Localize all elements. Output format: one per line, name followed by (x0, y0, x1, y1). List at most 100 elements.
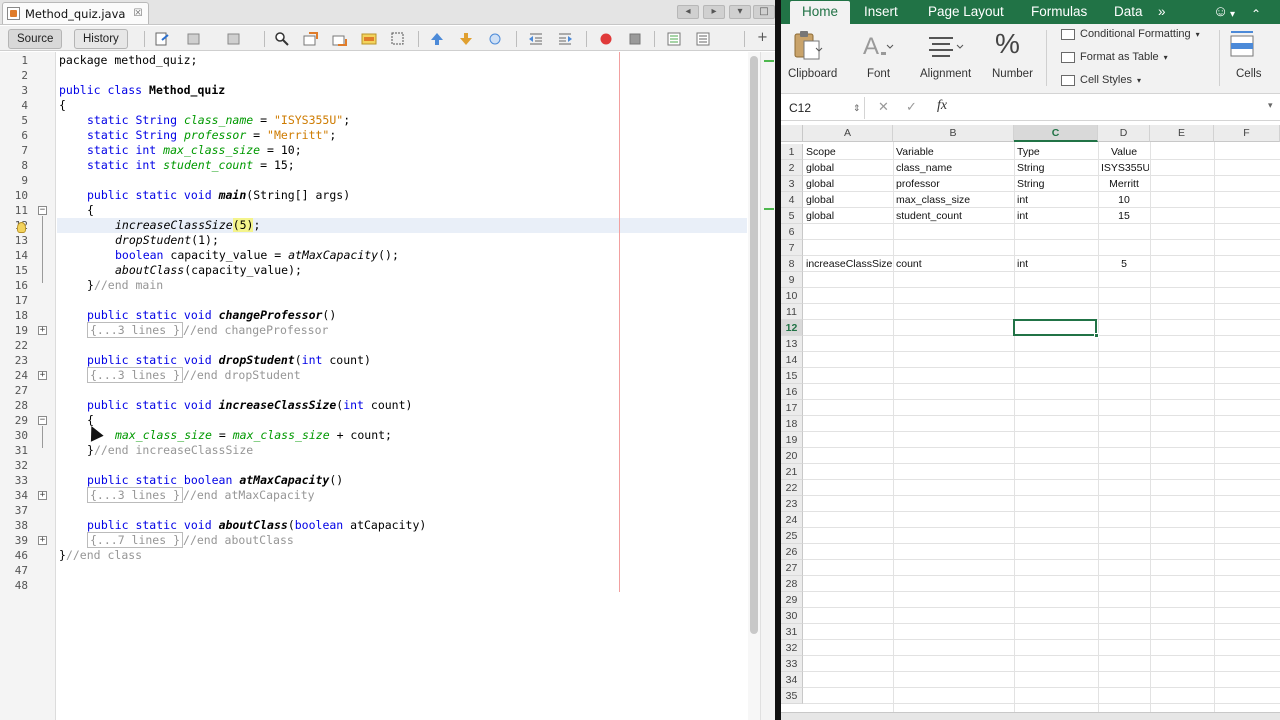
tab-data[interactable]: Data (1114, 3, 1143, 21)
folded-code[interactable]: {...7 lines } (87, 532, 184, 548)
toggle-highlight-icon[interactable] (361, 31, 377, 47)
column-header-e[interactable]: E (1150, 125, 1214, 142)
dropdown-icon[interactable]: ▾ (729, 5, 751, 19)
name-box[interactable]: C12 ⇕ (781, 97, 865, 119)
forward-icon[interactable] (226, 31, 242, 47)
row-header[interactable]: 14 (781, 352, 803, 368)
cell-a2[interactable]: global (804, 160, 892, 176)
last-edit-icon[interactable] (154, 31, 170, 47)
cell-b8[interactable]: count (894, 256, 1013, 272)
cell-a4[interactable]: global (804, 192, 892, 208)
row-header[interactable]: 25 (781, 528, 803, 544)
error-stripe[interactable] (760, 52, 775, 720)
cell-b5[interactable]: student_count (894, 208, 1013, 224)
folded-code[interactable]: {...3 lines } (87, 487, 184, 503)
editor-vertical-scrollbar[interactable] (748, 52, 760, 720)
fold-collapse-icon[interactable]: − (38, 416, 47, 425)
more-tabs-icon[interactable]: » (1158, 3, 1166, 21)
cell-b1[interactable]: Variable (894, 144, 1013, 160)
row-header[interactable]: 35 (781, 688, 803, 704)
alignment-icon[interactable] (927, 34, 967, 58)
cell-a3[interactable]: global (804, 176, 892, 192)
cell-d2[interactable]: ISYS355U (1099, 160, 1149, 176)
active-cell-c12[interactable] (1013, 319, 1097, 336)
format-as-table-button[interactable]: Format as Table ▾ (1061, 51, 1168, 63)
cell-c5[interactable]: int (1015, 208, 1097, 224)
row-header[interactable]: 3 (781, 176, 803, 192)
fold-collapse-icon[interactable]: − (38, 206, 47, 215)
file-tab[interactable]: Method_quiz.java ☒ (2, 2, 150, 24)
close-icon[interactable]: ☒ (133, 8, 142, 19)
cell-c3[interactable]: String (1015, 176, 1097, 192)
cell-b4[interactable]: max_class_size (894, 192, 1013, 208)
scrollbar-thumb[interactable] (750, 56, 758, 634)
cell-a5[interactable]: global (804, 208, 892, 224)
row-header[interactable]: 31 (781, 624, 803, 640)
feedback-smiley-icon[interactable]: ☺ (1213, 3, 1228, 21)
cell-styles-button[interactable]: Cell Styles ▾ (1061, 74, 1141, 86)
cells-icon[interactable] (1228, 30, 1258, 60)
cell-c4[interactable]: int (1015, 192, 1097, 208)
toggle-rectangle-icon[interactable] (390, 31, 406, 47)
row-header[interactable]: 30 (781, 608, 803, 624)
row-header[interactable]: 6 (781, 224, 803, 240)
row-header[interactable]: 17 (781, 400, 803, 416)
cell-a1[interactable]: Scope (804, 144, 892, 160)
row-header[interactable]: 10 (781, 288, 803, 304)
lightbulb-hint-icon[interactable] (17, 222, 26, 233)
cell-a8[interactable]: increaseClassSize (804, 256, 893, 272)
previous-bookmark-icon[interactable] (429, 31, 445, 47)
start-macro-icon[interactable] (598, 31, 614, 47)
cell-b2[interactable]: class_name (894, 160, 1013, 176)
cell-b3[interactable]: professor (894, 176, 1013, 192)
font-icon[interactable]: A (861, 32, 901, 60)
scroll-left-icon[interactable]: ◂ (677, 5, 699, 19)
row-header[interactable]: 27 (781, 560, 803, 576)
row-header[interactable]: 28 (781, 576, 803, 592)
cell-c2[interactable]: String (1015, 160, 1097, 176)
folded-code[interactable]: {...3 lines } (87, 322, 184, 338)
conditional-formatting-button[interactable]: Conditional Formatting ▾ (1061, 28, 1200, 40)
cell-d3[interactable]: Merritt (1099, 176, 1149, 192)
row-header-selected[interactable]: 12 (781, 320, 803, 336)
column-header-b[interactable]: B (893, 125, 1014, 142)
tab-insert[interactable]: Insert (864, 3, 898, 21)
row-header[interactable]: 32 (781, 640, 803, 656)
fold-expand-icon[interactable]: + (38, 536, 47, 545)
fold-expand-icon[interactable]: + (38, 371, 47, 380)
sheet-tab-bar[interactable] (781, 712, 1280, 720)
cell-d5[interactable]: 15 (1099, 208, 1149, 224)
fold-expand-icon[interactable]: + (38, 491, 47, 500)
cell-d1[interactable]: Value (1099, 144, 1149, 160)
insert-function-icon[interactable]: fx (937, 98, 947, 114)
row-header[interactable]: 29 (781, 592, 803, 608)
row-header[interactable]: 9 (781, 272, 803, 288)
cell-d4[interactable]: 10 (1099, 192, 1149, 208)
row-header[interactable]: 24 (781, 512, 803, 528)
maximize-icon[interactable]: □ (753, 5, 775, 19)
spreadsheet-grid[interactable]: A B C D E F 1 2 3 4 5 6 7 8 9 10 11 12 1… (781, 125, 1280, 715)
column-header-a[interactable]: A (803, 125, 893, 142)
column-header-f[interactable]: F (1214, 125, 1280, 142)
expand-formula-icon[interactable]: ▾ (1268, 100, 1273, 111)
history-view-button[interactable]: History (74, 29, 128, 49)
annotation-mark[interactable] (764, 60, 774, 62)
dropdown-icon[interactable]: ▾ (1230, 6, 1235, 24)
row-header[interactable]: 26 (781, 544, 803, 560)
row-header[interactable]: 21 (781, 464, 803, 480)
shift-right-icon[interactable] (557, 31, 573, 47)
find-next-icon[interactable] (332, 31, 348, 47)
folded-code[interactable]: {...3 lines } (87, 367, 184, 383)
row-header[interactable]: 8 (781, 256, 803, 272)
shift-left-icon[interactable] (528, 31, 544, 47)
row-header[interactable]: 23 (781, 496, 803, 512)
row-header[interactable]: 20 (781, 448, 803, 464)
row-header[interactable]: 19 (781, 432, 803, 448)
stop-macro-icon[interactable] (627, 31, 643, 47)
tab-home[interactable]: Home (790, 1, 850, 24)
toggle-bookmark-icon[interactable] (487, 31, 503, 47)
find-previous-icon[interactable] (303, 31, 319, 47)
next-bookmark-icon[interactable] (458, 31, 474, 47)
cell-d8[interactable]: 5 (1099, 256, 1149, 272)
row-header[interactable]: 13 (781, 336, 803, 352)
